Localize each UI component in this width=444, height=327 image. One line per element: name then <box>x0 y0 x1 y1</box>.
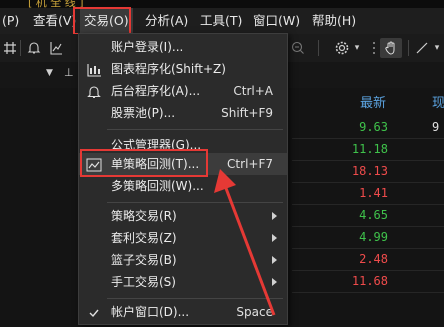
menu-help[interactable]: 帮助(H) <box>312 8 356 34</box>
quote-value-cell: 18.13 <box>351 164 388 178</box>
grid-icon[interactable] <box>2 38 18 58</box>
annotation-box-backtest <box>80 149 208 177</box>
menu-item-label: 图表程序化(Shift+Z) <box>111 62 226 76</box>
menu-view[interactable]: 查看(V) <box>33 8 76 34</box>
row-divider <box>292 182 444 183</box>
quote-value-cell: 2.48 <box>359 252 388 266</box>
line-dropdown-icon[interactable]: ▾ <box>432 38 442 58</box>
column-header-current[interactable]: 现 <box>432 92 444 111</box>
menu-window[interactable]: 窗口(W) <box>253 8 300 34</box>
menu-item-label: 股票池(P)... <box>111 106 176 120</box>
menu-item-label: 策略交易(R) <box>111 209 177 223</box>
menu-item-shortcut: Ctrl+A <box>233 84 273 98</box>
settings-dropdown-icon[interactable]: ▾ <box>352 38 362 58</box>
row-divider <box>292 248 444 249</box>
pin-icon[interactable]: ⊥ <box>64 66 74 79</box>
annotation-box-trade-menu <box>73 7 131 35</box>
menu-item-stock-pool[interactable]: 股票池(P)... Shift+F9 <box>79 102 287 124</box>
menu-item-account-login[interactable]: 账户登录(I)... <box>79 36 287 58</box>
bell-icon[interactable] <box>26 38 42 58</box>
quote-value-cell: 11.18 <box>351 142 388 156</box>
chart-program-icon <box>86 62 102 77</box>
menu-item-background-programming[interactable]: 后台程序化(A)... Ctrl+A <box>79 80 287 102</box>
menu-item-label: 多策略回测(W)... <box>111 179 204 193</box>
quote-value-cell: 4.65 <box>359 208 388 222</box>
menu-item-label: 帐户窗口(D)... <box>111 305 190 319</box>
menu-item-shortcut: Shift+F9 <box>221 106 273 120</box>
chart-tool-icon[interactable] <box>48 38 64 58</box>
row-divider <box>292 226 444 227</box>
panel-dropdown-icon[interactable]: ▼ <box>46 68 53 78</box>
row-divider <box>292 160 444 161</box>
menu-analysis[interactable]: 分析(A) <box>145 8 188 34</box>
check-icon <box>86 305 102 319</box>
menu-item-label: 套利交易(Z) <box>111 231 177 245</box>
quote-value-cell: 4.99 <box>359 230 388 244</box>
dots-icon[interactable] <box>368 38 380 58</box>
menu-item-label: 篮子交易(B) <box>111 253 177 267</box>
annotation-arrow <box>214 169 276 316</box>
row-divider <box>292 292 444 293</box>
menu-separator <box>107 129 283 130</box>
menu-item-label: 后台程序化(A)... <box>111 84 201 98</box>
menu-file-partial[interactable]: (P) <box>2 8 19 34</box>
hand-cursor-icon[interactable] <box>380 38 402 58</box>
row-divider <box>292 204 444 205</box>
line-draw-icon[interactable] <box>414 38 430 58</box>
settings-gear-icon[interactable] <box>332 38 352 58</box>
bell-icon <box>86 84 102 99</box>
menu-item-label: 手工交易(S) <box>111 275 176 289</box>
quote-value-cell: 9.63 <box>359 120 388 134</box>
quote-value-cell: 1.41 <box>359 186 388 200</box>
menu-item-chart-programming[interactable]: 图表程序化(Shift+Z) <box>79 58 287 80</box>
right-cell-fragment: 9 <box>432 120 440 134</box>
window-title-strip: [ 机 全 线 ] <box>0 0 444 9</box>
row-divider <box>292 138 444 139</box>
row-divider <box>292 270 444 271</box>
zoom-out-icon[interactable] <box>290 38 306 58</box>
menubar: (P) 查看(V) 交易(O) 分析(A) 工具(T) 窗口(W) 帮助(H) <box>0 8 444 34</box>
menu-item-label: 账户登录(I)... <box>111 40 184 54</box>
quote-value-cell: 11.68 <box>351 274 388 288</box>
menu-tools[interactable]: 工具(T) <box>200 8 242 34</box>
column-header-latest[interactable]: 最新 <box>360 92 386 111</box>
